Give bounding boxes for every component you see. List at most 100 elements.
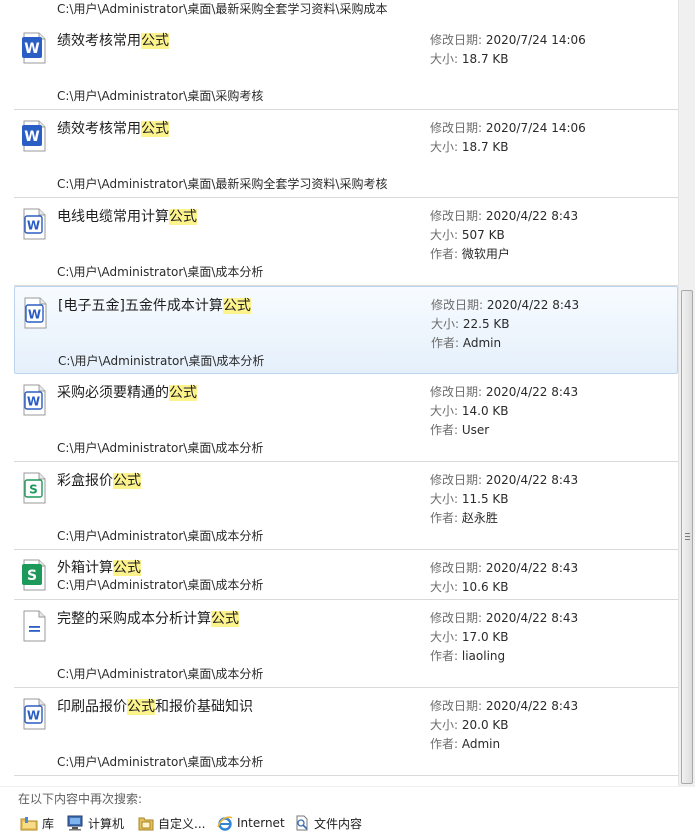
svg-text:S: S — [29, 483, 38, 497]
author-value: Admin — [461, 737, 501, 751]
scrollbar-thumb[interactable] — [681, 290, 693, 784]
modified-date-value: 2020/7/24 14:06 — [485, 121, 586, 135]
file-size-label: 大小: — [431, 317, 460, 331]
file-size: 大小: 18.7 KB — [430, 50, 509, 67]
file-name-text: 绩效考核常用 — [57, 33, 141, 49]
svg-text:W: W — [27, 709, 40, 723]
word-doc-outline-icon: W — [21, 384, 47, 416]
file-name[interactable]: [电子五金]五金件成本计算公式 — [58, 295, 251, 315]
file-size-value: 18.7 KB — [461, 52, 509, 66]
file-name[interactable]: 电线电缆常用计算公式 — [57, 206, 197, 226]
search-again-item-label: 自定义... — [158, 816, 206, 831]
modified-date-label: 修改日期: — [430, 699, 483, 713]
file-name-text: 采购必须要精通的 — [57, 385, 169, 401]
search-again-computer-button[interactable]: 计算机 — [66, 814, 124, 832]
modified-date: 修改日期: 2020/7/24 14:06 — [430, 119, 586, 136]
svg-text:W: W — [27, 395, 40, 409]
search-results-list: C:\用户\Administrator\桌面\最新采购全套学习资料\采购成本 W… — [0, 0, 678, 786]
file-name-text: 电线电缆常用计算 — [57, 209, 169, 225]
modified-date-value: 2020/4/22 8:43 — [485, 473, 579, 487]
modified-date-label: 修改日期: — [430, 473, 483, 487]
file-name[interactable]: 印刷品报价公式和报价基础知识 — [57, 696, 253, 716]
author-label: 作者: — [430, 737, 459, 751]
file-size: 大小: 17.0 KB — [430, 628, 509, 645]
search-result-item[interactable]: W [电子五金]五金件成本计算公式 修改日期: 2020/4/22 8:43 大小: … — [14, 286, 678, 374]
search-result-item[interactable]: W 印刷品报价公式和报价基础知识 修改日期: 2020/4/22 8:43 大小: 2… — [14, 688, 678, 776]
file-size-label: 大小: — [430, 140, 459, 154]
file-path: C:\用户\Administrator\桌面\最新采购全套学习资料\采购考核 — [57, 177, 388, 191]
author-value: User — [461, 423, 490, 437]
generic-doc-icon — [21, 610, 47, 642]
modified-date-label: 修改日期: — [430, 611, 483, 625]
custom-folder-icon — [138, 817, 154, 831]
author: 作者: Admin — [431, 334, 501, 351]
author-value: 赵永胜 — [461, 511, 498, 525]
file-size: 大小: 11.5 KB — [430, 490, 509, 507]
search-again-library-button[interactable]: 库 — [20, 814, 54, 832]
search-result-item[interactable]: W 采购必须要精通的公式 修改日期: 2020/4/22 8:43 大小: 14.0 … — [14, 374, 678, 462]
file-size-value: 22.5 KB — [462, 317, 510, 331]
file-name[interactable]: 外箱计算公式 — [57, 557, 141, 577]
file-name-text: 彩盒报价 — [57, 473, 113, 489]
search-again-file-contents-button[interactable]: 文件内容 — [294, 814, 362, 832]
file-size: 大小: 507 KB — [430, 226, 505, 243]
modified-date-label: 修改日期: — [430, 561, 483, 575]
modified-date-label: 修改日期: — [430, 209, 483, 223]
modified-date: 修改日期: 2020/7/24 14:06 — [430, 31, 586, 48]
modified-date-value: 2020/4/22 8:43 — [486, 298, 580, 312]
search-again-custom-button[interactable]: 自定义... — [138, 814, 205, 832]
file-name[interactable]: 采购必须要精通的公式 — [57, 382, 197, 402]
file-size-value: 20.0 KB — [461, 718, 509, 732]
modified-date: 修改日期: 2020/4/22 8:43 — [431, 296, 579, 313]
file-size-label: 大小: — [430, 580, 459, 594]
file-name-text: 外箱计算 — [57, 560, 113, 576]
file-path: C:\用户\Administrator\桌面\成本分析 — [57, 529, 264, 543]
search-result-item[interactable]: 完整的采购成本分析计算公式 修改日期: 2020/4/22 8:43 大小: 17.… — [14, 600, 678, 688]
search-match-highlight: 公式 — [222, 298, 251, 314]
file-size: 大小: 18.7 KB — [430, 138, 509, 155]
file-size-label: 大小: — [430, 228, 459, 242]
modified-date-label: 修改日期: — [430, 121, 483, 135]
modified-date: 修改日期: 2020/4/22 8:43 — [430, 609, 578, 626]
file-size-value: 18.7 KB — [461, 140, 509, 154]
file-path: C:\用户\Administrator\桌面\成本分析 — [57, 265, 264, 279]
search-result-item[interactable]: S 外箱计算公式 修改日期: 2020/4/22 8:43 大小: 10.6 KB C:… — [14, 550, 678, 600]
author-value: Admin — [462, 336, 502, 350]
author: 作者: 微软用户 — [430, 245, 510, 262]
search-again-internet-button[interactable]: Internet — [217, 814, 285, 832]
author-label: 作者: — [430, 649, 459, 663]
file-size-label: 大小: — [430, 404, 459, 418]
author: 作者: Admin — [430, 735, 500, 752]
modified-date-value: 2020/4/22 8:43 — [485, 611, 579, 625]
file-name[interactable]: 绩效考核常用公式 — [57, 30, 169, 50]
svg-text:W: W — [24, 41, 39, 57]
internet-explorer-icon — [217, 816, 233, 831]
author-label: 作者: — [430, 247, 459, 261]
file-name-text: 印刷品报价 — [57, 699, 127, 715]
vertical-scrollbar[interactable] — [678, 0, 695, 786]
search-match-highlight: 公式 — [141, 33, 169, 49]
modified-date: 修改日期: 2020/4/22 8:43 — [430, 471, 578, 488]
word-doc-outline-icon: W — [22, 297, 48, 329]
search-again-item-label: Internet — [237, 816, 285, 830]
file-path: C:\用户\Administrator\桌面\采购考核 — [57, 89, 264, 103]
file-name[interactable]: 彩盒报价公式 — [57, 470, 141, 490]
file-name[interactable]: 完整的采购成本分析计算公式 — [57, 608, 239, 628]
search-match-highlight: 公式 — [127, 699, 155, 715]
modified-date-value: 2020/4/22 8:43 — [485, 561, 579, 575]
file-name-text: [电子五金]五金件成本计算 — [58, 298, 223, 314]
file-size: 大小: 22.5 KB — [431, 315, 510, 332]
author: 作者: User — [430, 421, 489, 438]
svg-text:W: W — [28, 308, 41, 322]
file-name[interactable]: 绩效考核常用公式 — [57, 118, 169, 138]
modified-date: 修改日期: 2020/4/22 8:43 — [430, 207, 578, 224]
file-path: C:\用户\Administrator\桌面\成本分析 — [57, 578, 264, 592]
file-size-value: 11.5 KB — [461, 492, 509, 506]
modified-date: 修改日期: 2020/4/22 8:43 — [430, 697, 578, 714]
search-match-highlight: 公式 — [169, 209, 197, 225]
file-size-label: 大小: — [430, 718, 459, 732]
search-result-item[interactable]: W 电线电缆常用计算公式 修改日期: 2020/4/22 8:43 大小: 507 K… — [14, 198, 678, 286]
search-result-item[interactable]: S 彩盒报价公式 修改日期: 2020/4/22 8:43 大小: 11.5 KB 作者… — [14, 462, 678, 550]
search-result-item[interactable]: W 绩效考核常用公式 修改日期: 2020/7/24 14:06 大小: 18.7 K… — [14, 110, 678, 198]
search-result-item[interactable]: W 绩效考核常用公式 修改日期: 2020/7/24 14:06 大小: 18.7 K… — [14, 22, 678, 110]
